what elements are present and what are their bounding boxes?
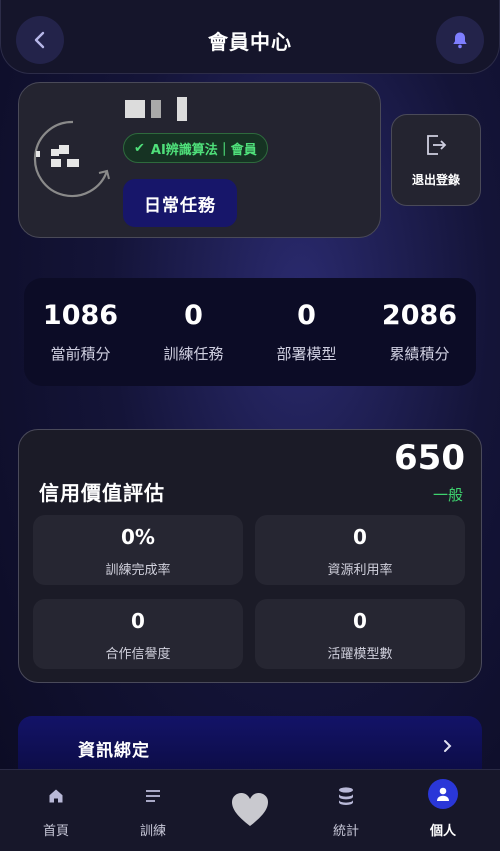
member-badge: ✔ AI辨識算法｜會員	[123, 133, 268, 163]
home-icon	[49, 789, 63, 803]
logout-icon	[427, 134, 447, 155]
nav-label: 首頁	[42, 824, 69, 839]
credit-evaluation-card: 信用價值評估 650 一般 0% 訓練完成率 0 資源利用率 0 合作信譽度 0…	[18, 429, 482, 683]
info-binding-label: 資訊綁定	[78, 741, 150, 761]
stat-current-points: 1086 當前積分	[27, 300, 135, 364]
check-icon: ✔	[134, 140, 145, 156]
heart-icon[interactable]	[231, 792, 269, 828]
metric-value: 0%	[121, 525, 155, 549]
credit-title: 信用價值評估	[39, 481, 165, 505]
stat-value: 0	[297, 300, 316, 331]
nav-statistics[interactable]: 統計	[311, 784, 381, 839]
metric-cooperation-reputation: 0 合作信譽度	[33, 599, 243, 669]
logout-label: 退出登錄	[411, 172, 460, 187]
nav-label: 統計	[332, 824, 359, 839]
metric-value: 0	[353, 525, 367, 549]
credit-score: 650	[394, 438, 465, 478]
credit-level: 一般	[432, 486, 463, 504]
nav-home[interactable]: 首頁	[21, 784, 91, 839]
database-icon	[339, 787, 353, 805]
user-icon	[437, 787, 449, 801]
stat-label: 累績積分	[389, 345, 450, 363]
avatar[interactable]	[33, 119, 113, 199]
metric-label: 活躍模型數	[327, 647, 393, 662]
metric-active-models: 0 活躍模型數	[255, 599, 465, 669]
nav-training[interactable]: 訓練	[118, 784, 188, 839]
bell-icon	[453, 32, 467, 49]
stat-training-tasks: 0 訓練任務	[140, 300, 248, 364]
chevron-right-icon	[444, 740, 452, 752]
stat-value: 0	[184, 300, 203, 331]
daily-task-button[interactable]: 日常任務	[123, 179, 237, 227]
username-blurred	[125, 97, 187, 121]
metric-value: 0	[353, 609, 367, 633]
profile-card: ✔ AI辨識算法｜會員 日常任務	[18, 82, 381, 238]
stat-cumulative-points: 2086 累績積分	[366, 300, 474, 364]
notification-button[interactable]	[436, 16, 484, 64]
stat-deployed-models: 0 部署模型	[253, 300, 361, 364]
metric-label: 訓練完成率	[105, 563, 171, 578]
list-icon	[146, 790, 160, 802]
nav-profile[interactable]: 個人	[408, 779, 478, 839]
metric-label: 合作信譽度	[105, 647, 171, 662]
metric-training-completion: 0% 訓練完成率	[33, 515, 243, 585]
stat-value: 2086	[381, 300, 458, 331]
stat-label: 部署模型	[276, 345, 337, 363]
stat-label: 訓練任務	[163, 345, 224, 363]
member-badge-text: AI辨識算法｜會員	[150, 142, 257, 158]
metric-label: 資源利用率	[327, 563, 393, 578]
metric-resource-utilization: 0 資源利用率	[255, 515, 465, 585]
top-bar: 會員中心	[0, 0, 500, 74]
page-title: 會員中心	[208, 30, 292, 54]
nav-label: 訓練	[139, 824, 166, 839]
stat-label: 當前積分	[50, 345, 111, 363]
nav-label: 個人	[429, 824, 456, 839]
stats-card: 1086 當前積分 0 訓練任務 0 部署模型 2086 累績積分	[24, 278, 476, 386]
metric-value: 0	[131, 609, 145, 633]
stat-value: 1086	[42, 300, 119, 331]
logout-button[interactable]: 退出登錄	[391, 114, 481, 206]
